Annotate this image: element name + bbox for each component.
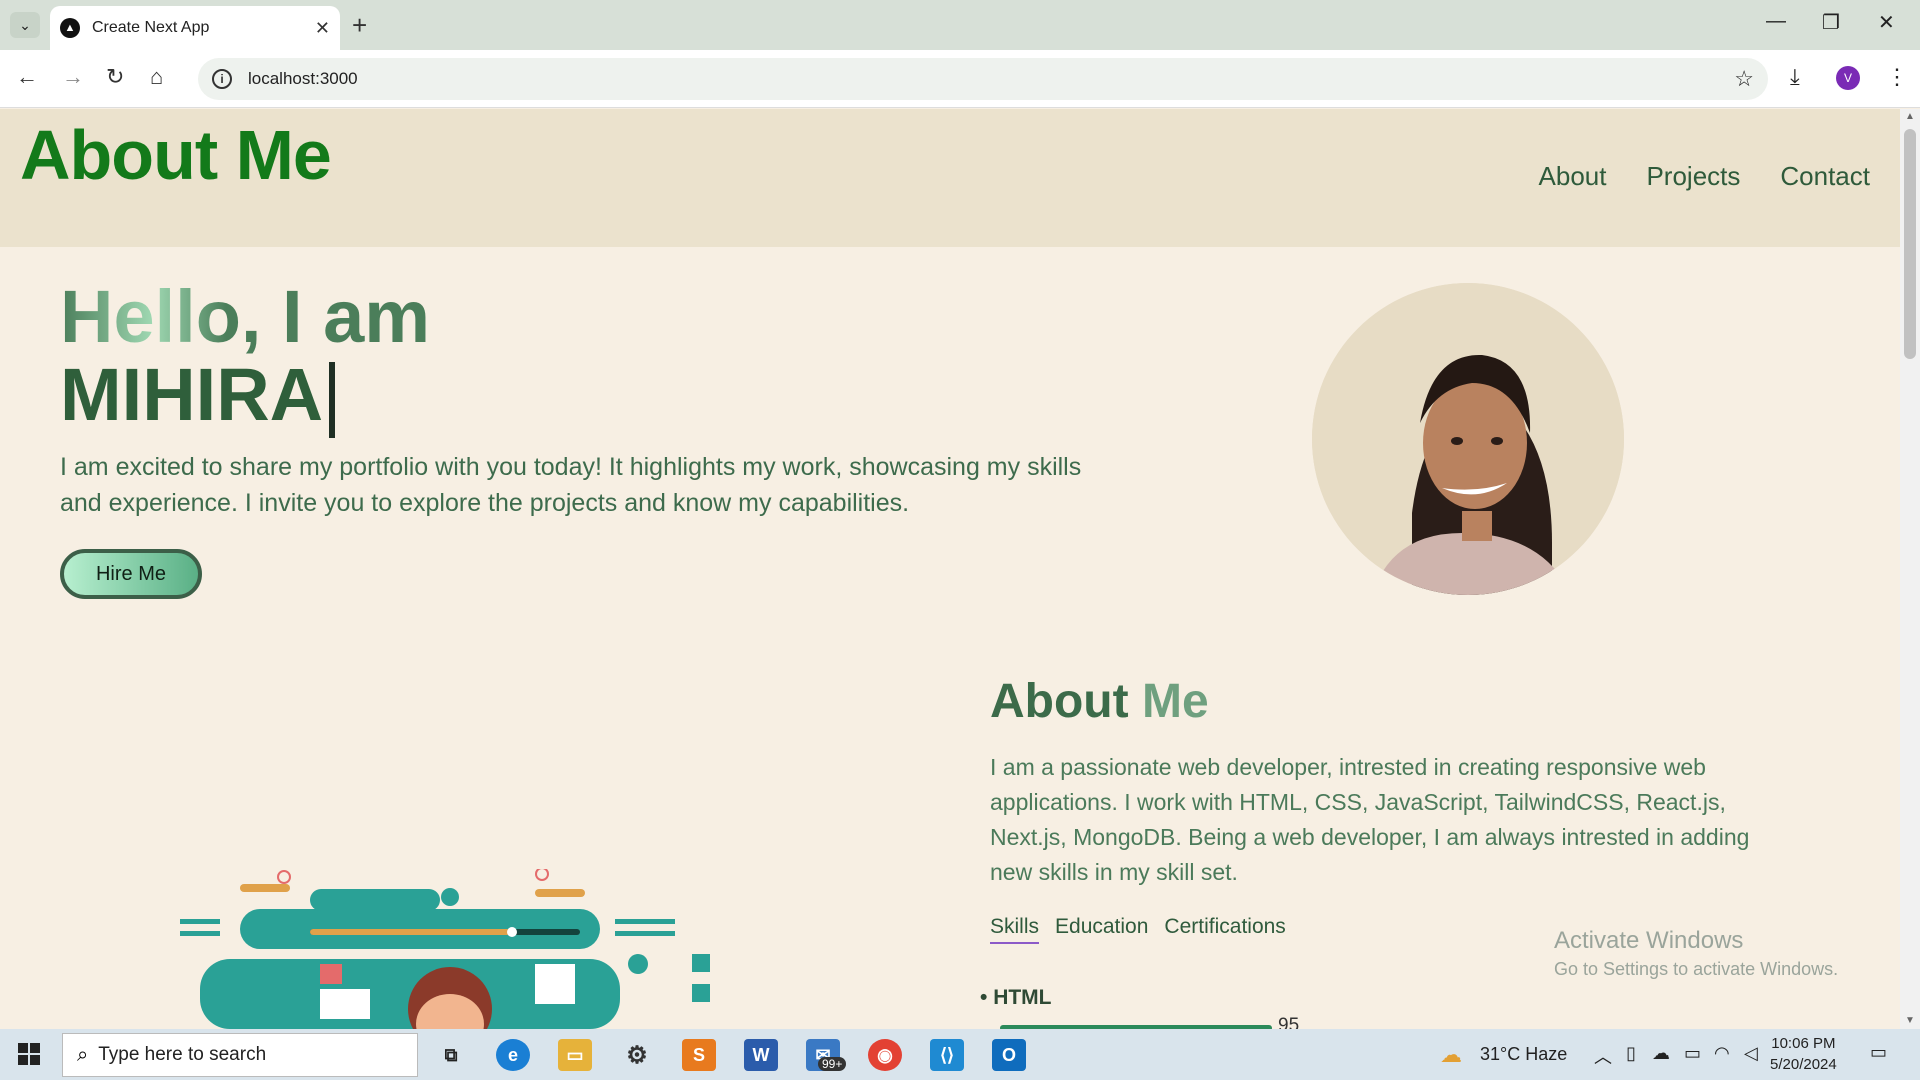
browser-tab[interactable]: ▲ Create Next App ✕ — [50, 6, 340, 50]
site-nav: About Projects Contact — [1539, 161, 1870, 192]
tray-chevron-icon[interactable]: ︿ — [1594, 1043, 1612, 1069]
developer-illustration — [180, 867, 720, 1029]
bookmark-star-icon[interactable]: ☆ — [1734, 66, 1754, 92]
skill-item: • HTML — [980, 986, 1052, 1009]
forward-button[interactable]: → — [62, 64, 84, 90]
hero-name: MIHIRA — [60, 352, 336, 439]
wifi-icon[interactable]: ◠ — [1714, 1043, 1730, 1064]
skill-percent: 95 — [1278, 1015, 1300, 1029]
about-heading-word2: Me — [1141, 675, 1209, 728]
word-icon[interactable]: W — [744, 1039, 778, 1071]
onedrive-icon[interactable]: ☁ — [1652, 1043, 1670, 1064]
reload-button[interactable]: ↻ — [106, 64, 124, 90]
new-tab-button[interactable]: + — [352, 10, 367, 41]
address-bar[interactable]: i localhost:3000 ☆ — [198, 58, 1768, 100]
weather-icon[interactable]: ☁ — [1440, 1042, 1462, 1068]
task-view-icon[interactable]: ⧉ — [434, 1039, 468, 1071]
scroll-thumb[interactable] — [1904, 129, 1916, 359]
url-text[interactable]: localhost:3000 — [248, 69, 1734, 89]
skill-name: HTML — [993, 986, 1052, 1009]
typing-caret — [329, 362, 336, 439]
vscode-icon[interactable]: ⟨⟩ — [930, 1039, 964, 1071]
mail-badge: 99+ — [818, 1057, 847, 1071]
profile-photo — [1312, 283, 1624, 595]
downloads-icon[interactable]: ⤓ — [1790, 64, 1800, 90]
nav-contact-link[interactable]: Contact — [1780, 161, 1870, 192]
tab-title: Create Next App — [92, 19, 210, 36]
nav-about-link[interactable]: About — [1539, 161, 1607, 192]
tab-skills[interactable]: Skills — [990, 915, 1040, 944]
tab-education[interactable]: Education — [1055, 915, 1148, 944]
about-heading-word1: About — [990, 675, 1129, 728]
file-explorer-icon[interactable]: ▭ — [558, 1039, 592, 1071]
windows-start-button[interactable] — [18, 1043, 40, 1070]
window-close-button[interactable]: ✕ — [1878, 10, 1895, 35]
outlook-new-icon[interactable]: O — [992, 1039, 1026, 1071]
hero-name-text: MIHIRA — [60, 353, 324, 436]
search-icon: ⌕ — [77, 1043, 89, 1066]
page-viewport: About Me About Projects Contact Hello, I… — [0, 109, 1900, 1029]
nextjs-favicon-icon: ▲ — [60, 18, 80, 38]
scroll-down-arrow-icon[interactable]: ▼ — [1905, 1015, 1915, 1026]
about-description: I am a passionate web developer, intrest… — [990, 754, 1750, 885]
tab-certifications[interactable]: Certifications — [1164, 915, 1285, 944]
browser-toolbar: ← → ↻ ⌂ i localhost:3000 ☆ ⤓ V ⋮ — [0, 50, 1920, 108]
taskbar-search-box[interactable]: ⌕ Type here to search — [62, 1033, 418, 1077]
page-scrollbar[interactable]: ▲ ▼ — [1900, 109, 1920, 1029]
about-heading: About Me — [990, 674, 1209, 729]
clock-date: 5/20/2024 — [1770, 1056, 1837, 1073]
settings-gear-icon[interactable]: ⚙ — [620, 1039, 654, 1071]
sublime-text-icon[interactable]: S — [682, 1039, 716, 1071]
hero-greeting: Hello, I am — [60, 275, 431, 358]
taskbar-search-placeholder[interactable]: Type here to search — [98, 1044, 266, 1066]
edge-icon[interactable]: e — [496, 1039, 530, 1071]
volume-muted-icon[interactable]: ◁ — [1744, 1043, 1758, 1064]
notifications-icon[interactable]: ▭ — [1870, 1042, 1887, 1063]
nav-projects-link[interactable]: Projects — [1646, 161, 1740, 192]
scroll-up-arrow-icon[interactable]: ▲ — [1905, 111, 1915, 122]
back-button[interactable]: ← — [16, 64, 38, 90]
activate-windows-title: Activate Windows — [1554, 927, 1744, 954]
chrome-icon[interactable]: ◉ — [868, 1039, 902, 1071]
clock-time: 10:06 PM — [1771, 1035, 1836, 1052]
about-tabs: Skills Education Certifications — [990, 915, 1286, 944]
hire-me-button[interactable]: Hire Me — [60, 549, 202, 599]
site-logo[interactable]: About Me — [20, 115, 332, 195]
tab-search-dropdown[interactable]: ⌄ — [10, 12, 40, 38]
tray-device-icon[interactable]: ▯ — [1626, 1043, 1636, 1064]
taskbar-clock[interactable]: 10:06 PM 5/20/2024 — [1770, 1033, 1837, 1075]
restore-button[interactable]: ❐ — [1822, 10, 1840, 35]
hero-intro: I am excited to share my portfolio with … — [60, 453, 1082, 517]
tab-close-icon[interactable]: ✕ — [315, 18, 330, 39]
browser-tabbar: ⌄ ▲ Create Next App ✕ + — ❐ ✕ — [0, 0, 1920, 50]
battery-icon[interactable]: ▭ — [1684, 1043, 1701, 1064]
weather-text[interactable]: 31°C Haze — [1480, 1044, 1567, 1065]
profile-avatar[interactable]: V — [1836, 66, 1860, 90]
windows-taskbar: ⌕ Type here to search ⧉ e ▭ ⚙ S W ✉ 99+ … — [0, 1029, 1920, 1080]
menu-kebab-icon[interactable]: ⋮ — [1886, 64, 1908, 90]
activate-windows-subtitle: Go to Settings to activate Windows. — [1554, 959, 1839, 979]
minimize-button[interactable]: — — [1766, 10, 1786, 33]
site-header: About Me About Projects Contact — [0, 109, 1900, 247]
site-info-icon[interactable]: i — [212, 69, 232, 89]
home-button[interactable]: ⌂ — [150, 64, 163, 90]
